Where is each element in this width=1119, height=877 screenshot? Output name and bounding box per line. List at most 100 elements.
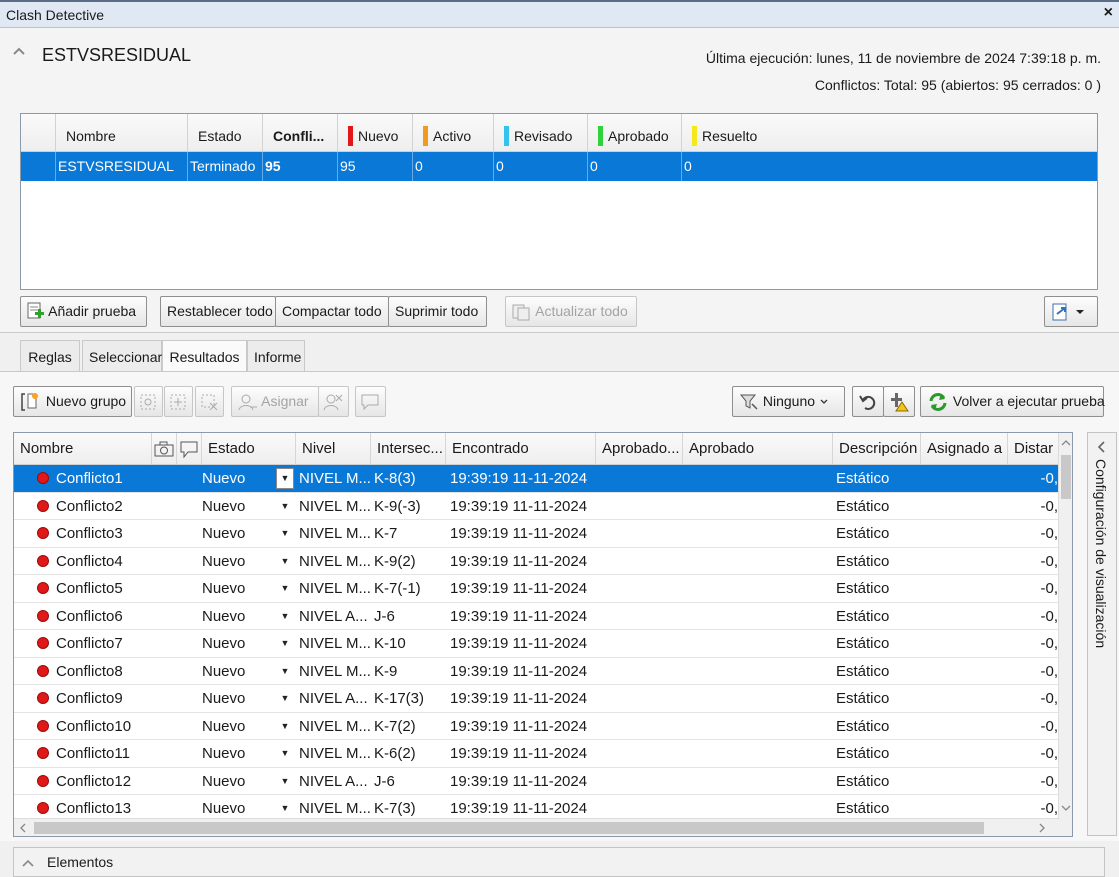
table-row[interactable]: Conflicto10 Nuevo ▼ NIVEL M... K-7(2) 19:39:1… <box>14 713 1060 740</box>
table-row[interactable]: Conflicto2 Nuevo ▼ NIVEL M... K-9(-3) 19:39:1… <box>14 493 1060 520</box>
conflict-status[interactable]: Nuevo <box>202 685 274 712</box>
column-header-grid-intersection[interactable]: Intersec... <box>371 433 446 465</box>
tests-table: Nombre Estado Confli... Nuevo Activo Rev… <box>20 113 1098 290</box>
reset-view-button[interactable] <box>852 386 884 417</box>
column-header-camera[interactable] <box>152 433 177 465</box>
column-header-found[interactable]: Encontrado <box>446 433 596 465</box>
table-row[interactable]: Conflicto3 Nuevo ▼ NIVEL M... K-7 19:39:19 11… <box>14 520 1060 548</box>
tab-rules[interactable]: Reglas <box>20 340 80 372</box>
export-dropdown-button[interactable] <box>1044 296 1098 327</box>
status-dropdown-arrow-icon[interactable]: ▼ <box>277 740 293 767</box>
test-row[interactable]: ESTVSRESIDUAL Terminado 95 95 0 0 0 0 <box>21 152 1097 181</box>
column-header-approved-by[interactable]: Aprobado... <box>596 433 683 465</box>
group-add-button[interactable] <box>164 386 193 417</box>
delete-all-button[interactable]: Suprimir todo <box>388 296 487 327</box>
display-settings-panel[interactable]: Configuración de visualización <box>1087 432 1117 836</box>
filter-dropdown[interactable]: Ninguno <box>732 386 845 417</box>
conflict-status[interactable]: Nuevo <box>202 630 274 657</box>
items-panel[interactable]: Elementos <box>13 847 1105 877</box>
conflict-status-dot-icon <box>37 637 49 649</box>
status-dropdown-arrow-icon[interactable]: ▼ <box>277 658 293 685</box>
group-remove-button[interactable] <box>195 386 224 417</box>
status-dropdown-arrow-icon[interactable]: ▼ <box>277 575 293 602</box>
table-row[interactable]: Conflicto4 Nuevo ▼ NIVEL M... K-9(2) 19:39:19… <box>14 548 1060 575</box>
chevron-up-icon[interactable] <box>22 858 34 868</box>
status-dropdown-arrow-icon[interactable]: ▼ <box>277 713 293 740</box>
table-row[interactable]: Conflicto1 Nuevo ▼ NIVEL M... K-8(3) 19:39:19… <box>14 465 1060 493</box>
table-row[interactable]: Conflicto12 Nuevo ▼ NIVEL A... J-6 19:39:19 1… <box>14 768 1060 795</box>
conflict-status[interactable]: Nuevo <box>202 768 274 795</box>
status-dropdown-arrow-icon[interactable]: ▼ <box>277 630 293 657</box>
column-header-status[interactable]: Estado <box>202 433 296 465</box>
column-header-new[interactable]: Nuevo <box>338 114 413 152</box>
table-row[interactable]: Conflicto11 Nuevo ▼ NIVEL M... K-6(2) 19:39:1… <box>14 740 1060 768</box>
status-dropdown-arrow-icon[interactable]: ▼ <box>277 520 293 547</box>
column-header-assigned-to[interactable]: Asignado a <box>921 433 1008 465</box>
conflict-distance: -0, <box>1040 717 1058 735</box>
unassign-button[interactable] <box>318 386 349 417</box>
new-group-button[interactable]: Nuevo grupo <box>13 386 132 417</box>
scroll-up-icon[interactable] <box>1061 439 1071 447</box>
conflict-status[interactable]: Nuevo <box>202 740 274 767</box>
table-row[interactable]: Conflicto7 Nuevo ▼ NIVEL M... K-10 19:39:19 1… <box>14 630 1060 658</box>
vertical-scrollbar[interactable] <box>1058 433 1072 836</box>
scroll-down-icon[interactable] <box>1061 804 1071 812</box>
column-header-active[interactable]: Activo <box>413 114 494 152</box>
table-row[interactable]: Conflicto9 Nuevo ▼ NIVEL A... K-17(3) 19:39:1… <box>14 685 1060 713</box>
column-header-comment[interactable] <box>177 433 202 465</box>
tab-report[interactable]: Informe <box>247 340 305 372</box>
column-header-resolved[interactable]: Resuelto <box>682 114 1097 152</box>
assign-button[interactable]: Asignar <box>231 386 319 417</box>
horizontal-scrollbar[interactable] <box>14 818 1060 836</box>
column-header-name[interactable]: Nombre <box>14 433 152 465</box>
column-header-reviewed[interactable]: Revisado <box>494 114 588 152</box>
test-row-name: ESTVSRESIDUAL <box>56 152 188 181</box>
status-dropdown-arrow-icon[interactable]: ▼ <box>277 603 293 630</box>
conflict-status[interactable]: Nuevo <box>202 548 274 575</box>
table-row[interactable]: Conflicto5 Nuevo ▼ NIVEL M... K-7(-1) 19:39:1… <box>14 575 1060 603</box>
column-header-approved[interactable]: Aprobado <box>683 433 833 465</box>
scroll-left-icon[interactable] <box>19 823 27 833</box>
status-dropdown-arrow-icon[interactable]: ▼ <box>277 548 293 575</box>
close-icon[interactable]: × <box>1104 4 1113 22</box>
tab-select[interactable]: Seleccionar <box>82 340 162 372</box>
window-titlebar: Clash Detective × <box>0 0 1119 28</box>
conflict-status[interactable]: Nuevo <box>202 493 274 520</box>
vertical-scroll-thumb[interactable] <box>1061 455 1071 499</box>
tab-results[interactable]: Resultados <box>162 340 247 372</box>
table-row[interactable]: Conflicto6 Nuevo ▼ NIVEL A... J-6 19:39:19 11… <box>14 603 1060 630</box>
conflict-description: Estático <box>836 525 890 542</box>
test-header-area: ESTVSRESIDUAL Última ejecución: lunes, 1… <box>0 28 1119 333</box>
column-header-name[interactable]: Nombre <box>56 114 188 152</box>
column-header-distance[interactable]: Distar <box>1008 433 1060 465</box>
pin-warning-button[interactable] <box>883 386 915 417</box>
conflict-status[interactable]: Nuevo <box>202 575 274 602</box>
conflict-status[interactable]: Nuevo <box>202 603 274 630</box>
tests-table-header: Nombre Estado Confli... Nuevo Activo Rev… <box>21 114 1097 152</box>
conflict-status[interactable]: Nuevo <box>202 465 274 492</box>
reset-all-button[interactable]: Restablecer todo <box>160 296 276 327</box>
conflict-status[interactable]: Nuevo <box>202 713 274 740</box>
column-header-approved[interactable]: Aprobado <box>588 114 682 152</box>
status-dropdown-arrow-icon[interactable]: ▼ <box>277 685 293 712</box>
status-dropdown-arrow-icon[interactable]: ▼ <box>277 768 293 795</box>
compact-all-button[interactable]: Compactar todo <box>275 296 389 327</box>
scroll-right-icon[interactable] <box>1038 823 1046 833</box>
column-header-status[interactable]: Estado <box>188 114 263 152</box>
column-header-level[interactable]: Nivel <box>296 433 371 465</box>
chevron-left-icon[interactable] <box>1097 441 1107 453</box>
status-dropdown-arrow-icon[interactable]: ▼ <box>277 493 293 520</box>
table-row[interactable]: Conflicto8 Nuevo ▼ NIVEL M... K-9 19:39:19 11… <box>14 658 1060 685</box>
add-test-button[interactable]: Añadir prueba <box>20 296 147 327</box>
column-header-description[interactable]: Descripción <box>833 433 921 465</box>
status-dropdown-arrow-icon[interactable]: ▼ <box>277 465 293 492</box>
horizontal-scroll-thumb[interactable] <box>34 822 984 834</box>
add-comment-button[interactable] <box>355 386 386 417</box>
chevron-up-icon[interactable] <box>12 44 26 58</box>
conflict-status[interactable]: Nuevo <box>202 520 274 547</box>
conflict-status[interactable]: Nuevo <box>202 658 274 685</box>
column-header-conflicts[interactable]: Confli... <box>263 114 338 152</box>
update-all-button[interactable]: Actualizar todo <box>505 296 637 327</box>
group-select-button[interactable] <box>134 386 163 417</box>
rerun-test-button[interactable]: Volver a ejecutar prueba <box>920 386 1105 417</box>
